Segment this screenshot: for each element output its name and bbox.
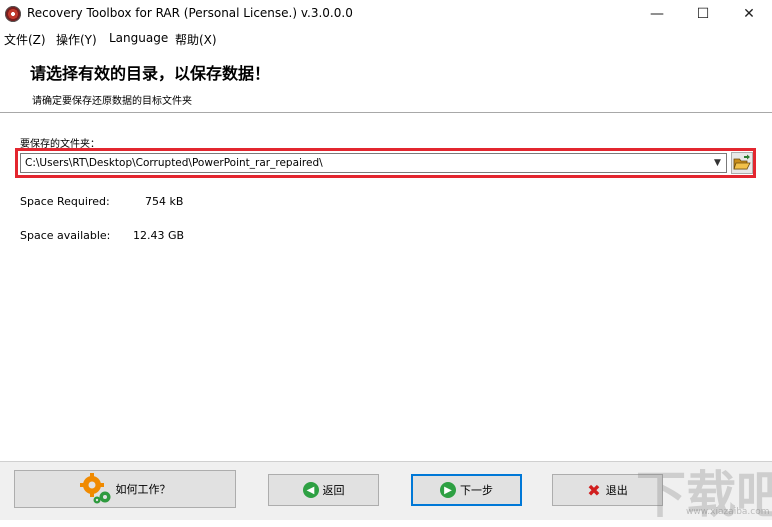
- back-label: 返回: [322, 484, 345, 497]
- menu-operation[interactable]: 操作(Y): [56, 31, 97, 48]
- page-subtitle: 请确定要保存还原数据的目标文件夹: [32, 96, 192, 107]
- space-required-value: 754 kB: [145, 195, 184, 208]
- arrow-right-icon: ▶: [440, 482, 456, 498]
- app-icon: [5, 6, 21, 22]
- wizard-header: 请选择有效的目录，以保存数据！ 请确定要保存还原数据的目标文件夹: [0, 48, 772, 113]
- page-title: 请选择有效的目录，以保存数据！: [30, 64, 271, 83]
- folder-open-icon: [733, 154, 751, 170]
- exit-label: 退出: [605, 484, 628, 497]
- next-button[interactable]: ▶ 下一步: [411, 474, 522, 506]
- menu-bar: 文件(Z) 操作(Y) Language 帮助(X): [0, 28, 772, 48]
- save-folder-combobox[interactable]: C:\Users\RT\Desktop\Corrupted\PowerPoint…: [20, 153, 727, 173]
- title-bar: Recovery Toolbox for RAR (Personal Licen…: [0, 0, 772, 28]
- next-label: 下一步: [460, 484, 493, 497]
- minimize-icon: —: [650, 6, 664, 22]
- watermark-url: www.xiazaiba.com: [686, 507, 770, 517]
- menu-file[interactable]: 文件(Z): [4, 31, 46, 48]
- close-button[interactable]: ✕: [726, 0, 772, 28]
- close-icon: ✕: [743, 6, 755, 22]
- browse-folder-button[interactable]: [731, 152, 753, 174]
- arrow-left-icon: ◀: [302, 482, 319, 498]
- how-it-works-label: 如何工作？: [115, 483, 171, 496]
- chevron-down-icon[interactable]: ▼: [709, 154, 726, 172]
- menu-help[interactable]: 帮助(X): [175, 31, 217, 48]
- how-it-works-button[interactable]: 如何工作？: [14, 470, 236, 508]
- gears-icon: [79, 473, 110, 504]
- save-folder-path: C:\Users\RT\Desktop\Corrupted\PowerPoint…: [25, 157, 323, 169]
- maximize-button[interactable]: ☐: [680, 0, 726, 28]
- window-title: Recovery Toolbox for RAR (Personal Licen…: [27, 6, 353, 20]
- exit-x-icon: ✖: [587, 480, 601, 500]
- maximize-icon: ☐: [696, 6, 710, 22]
- space-available-label: Space available:: [20, 229, 111, 242]
- menu-language[interactable]: Language: [109, 31, 168, 45]
- space-available-value: 12.43 GB: [133, 229, 185, 242]
- path-highlight-frame: C:\Users\RT\Desktop\Corrupted\PowerPoint…: [15, 148, 756, 178]
- main-content: 要保存的文件夹： C:\Users\RT\Desktop\Corrupted\P…: [0, 113, 772, 461]
- back-button[interactable]: ◀ 返回: [268, 474, 379, 506]
- minimize-button[interactable]: —: [634, 0, 680, 28]
- space-required-label: Space Required:: [20, 195, 110, 208]
